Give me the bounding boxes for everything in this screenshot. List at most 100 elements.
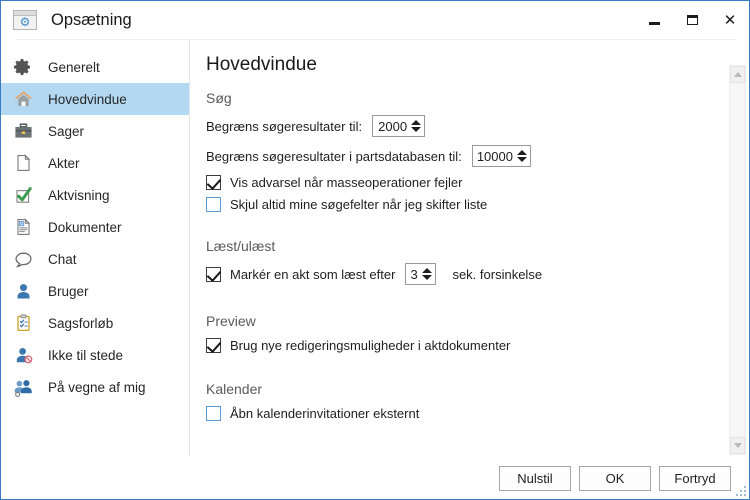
ok-button[interactable]: OK [579, 465, 651, 491]
resize-grip[interactable] [734, 484, 746, 496]
sidebar-item-label: Sagsforløb [48, 315, 114, 331]
document-text-icon: A [10, 214, 36, 240]
person-blocked-icon [10, 342, 36, 368]
sidebar-item-label: Generelt [48, 59, 100, 75]
checkbox-hide-searchfields-label: Skjul altid mine søgefelter når jeg skif… [230, 197, 488, 212]
sidebar-item-sager[interactable]: Sager [1, 115, 189, 147]
sidebar-item-aktvisning[interactable]: Aktvisning [1, 179, 189, 211]
group-soeg: Søg Begræns søgeresultater til: 2000 Beg… [206, 90, 749, 212]
sidebar-item-label: Dokumenter [48, 219, 122, 235]
sidebar-item-label: Akter [48, 155, 80, 171]
stepper-up-icon[interactable] [411, 120, 422, 125]
sidebar-item-ikke-til-stede[interactable]: Ikke til stede [1, 339, 189, 371]
preview-row[interactable]: Brug nye redigeringsmuligheder i aktdoku… [206, 338, 749, 353]
sidebar-item-generelt[interactable]: Generelt [1, 51, 189, 83]
sidebar-item-label: På vegne af mig [48, 379, 146, 395]
checkbox-calendar-external[interactable] [206, 406, 221, 421]
people-group-icon [10, 374, 36, 400]
person-icon [10, 278, 36, 304]
scroll-up-button[interactable] [730, 66, 745, 83]
stepper-arrows[interactable] [411, 117, 422, 135]
sidebar-item-chat[interactable]: Chat [1, 243, 189, 275]
limit-party-db-row: Begræns søgeresultater i partsdatabasen … [206, 145, 749, 167]
group-title: Kalender [206, 381, 263, 397]
mark-read-row[interactable]: Markér en akt som læst efter 3 sek. fors… [206, 263, 749, 285]
gear-icon [10, 54, 36, 80]
briefcase-icon [10, 118, 36, 144]
cancel-button[interactable]: Fortryd [659, 465, 731, 491]
window-title: Opsætning [51, 10, 132, 29]
close-button[interactable]: ✕ [711, 1, 749, 39]
stepper-up-icon[interactable] [516, 150, 527, 155]
gear-icon: ⚙ [19, 14, 31, 29]
minimize-button[interactable] [635, 1, 673, 39]
speech-bubble-icon [10, 246, 36, 272]
calendar-row[interactable]: Åbn kalenderinvitationer eksternt [206, 406, 749, 421]
title-bar: ⚙ Opsætning ✕ [1, 1, 749, 39]
limit-results-value[interactable]: 2000 [377, 119, 411, 134]
sidebar-item-label: Hovedvindue [48, 91, 127, 107]
page-icon [10, 150, 36, 176]
sidebar-item-dokumenter[interactable]: A Dokumenter [1, 211, 189, 243]
sidebar-item-hovedvindue[interactable]: Hovedvindue [1, 83, 189, 115]
maximize-icon [686, 15, 698, 25]
checkbox-row-warning[interactable]: Vis advarsel når masseoperationer fejler [206, 175, 749, 190]
checkbox-preview-editing[interactable] [206, 338, 221, 353]
limit-party-db-value[interactable]: 10000 [477, 149, 517, 164]
content-scrollbar[interactable] [729, 65, 746, 455]
settings-content-inner: Hovedvindue Søg Begræns søgeresultater t… [190, 40, 749, 421]
limit-results-label: Begræns søgeresultater til: [206, 118, 363, 134]
dialog-body: Generelt Hovedvindue Sager Akter Aktvisn… [1, 40, 749, 459]
clipboard-icon [10, 310, 36, 336]
stepper-up-icon[interactable] [422, 268, 433, 273]
dialog-footer: Nulstil OK Fortryd [1, 457, 749, 499]
sidebar-item-label: Chat [48, 251, 77, 267]
stepper-arrows[interactable] [422, 265, 433, 283]
stepper-arrows[interactable] [516, 147, 528, 165]
group-preview: Preview Brug nye redigeringsmuligheder i… [206, 313, 749, 353]
mark-read-label: Markér en akt som læst efter [230, 266, 396, 282]
scroll-up-arrow-icon [733, 72, 742, 77]
mark-read-delay-stepper[interactable]: 3 [405, 263, 437, 285]
limit-results-row: Begræns søgeresultater til: 2000 [206, 115, 749, 137]
stepper-down-icon[interactable] [422, 275, 433, 280]
limit-results-stepper[interactable]: 2000 [372, 115, 426, 137]
preview-editing-label: Brug nye redigeringsmuligheder i aktdoku… [230, 338, 511, 353]
window-controls: ✕ [635, 1, 749, 39]
mark-read-suffix-label: sek. forsinkelse [452, 266, 543, 282]
checkbox-warning[interactable] [206, 175, 221, 190]
stepper-down-icon[interactable] [411, 127, 422, 132]
sidebar-item-label: Aktvisning [48, 187, 110, 203]
sidebar-item-label: Ikke til stede [48, 347, 124, 363]
mark-read-delay-value[interactable]: 3 [410, 267, 422, 282]
group-title: Læst/ulæst [206, 238, 276, 254]
close-icon: ✕ [723, 10, 737, 29]
svg-text:A: A [20, 221, 23, 226]
home-icon [10, 86, 36, 112]
group-title: Søg [206, 90, 232, 106]
reset-button[interactable]: Nulstil [499, 465, 571, 491]
scroll-down-button[interactable] [730, 437, 745, 454]
checkbox-check-icon [10, 182, 36, 208]
sidebar-item-sagsforlob[interactable]: Sagsforløb [1, 307, 189, 339]
minimize-icon [648, 21, 660, 25]
settings-window-icon: ⚙ [13, 10, 37, 30]
checkbox-row-hide-searchfields[interactable]: Skjul altid mine søgefelter når jeg skif… [206, 197, 749, 212]
sidebar-item-bruger[interactable]: Bruger [1, 275, 189, 307]
checkbox-mark-read[interactable] [206, 266, 221, 282]
calendar-external-label: Åbn kalenderinvitationer eksternt [230, 406, 420, 421]
sidebar-item-label: Sager [48, 123, 85, 139]
settings-content-panel: Hovedvindue Søg Begræns søgeresultater t… [190, 40, 749, 459]
checkbox-hide-searchfields[interactable] [206, 197, 221, 212]
maximize-button[interactable] [673, 1, 711, 39]
group-laest-ulaest: Læst/ulæst Markér en akt som læst efter … [206, 238, 749, 285]
sidebar: Generelt Hovedvindue Sager Akter Aktvisn… [1, 40, 190, 459]
checkbox-warning-label: Vis advarsel når masseoperationer fejler [230, 175, 463, 190]
limit-party-db-stepper[interactable]: 10000 [471, 145, 531, 167]
sidebar-item-pa-vegne-af-mig[interactable]: På vegne af mig [1, 371, 189, 403]
stepper-down-icon[interactable] [516, 157, 527, 162]
group-kalender: Kalender Åbn kalenderinvitationer ekster… [206, 381, 749, 421]
sidebar-item-label: Bruger [48, 283, 89, 299]
scroll-down-arrow-icon [733, 443, 742, 448]
sidebar-item-akter[interactable]: Akter [1, 147, 189, 179]
